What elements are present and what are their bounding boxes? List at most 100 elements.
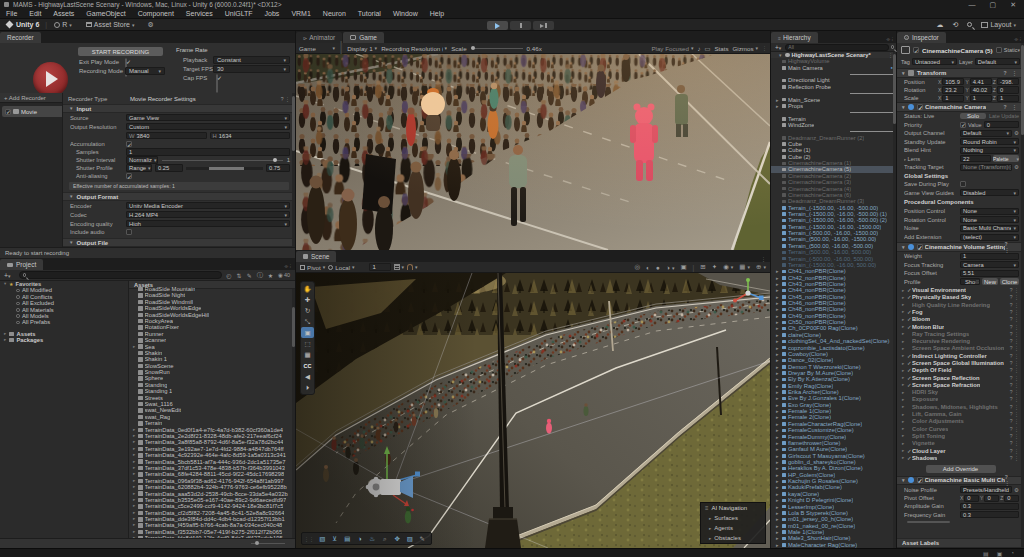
static-checkbox[interactable]	[996, 47, 1002, 53]
tab-animator[interactable]: ⊳Animator	[296, 32, 342, 43]
tracking-target-field[interactable]: None (Transform)◎	[960, 164, 1012, 171]
step-button[interactable]	[533, 21, 554, 30]
shutter-range-slider[interactable]	[186, 167, 263, 170]
priority-checkbox[interactable]	[960, 122, 966, 128]
encoding-quality-dropdown[interactable]: High	[126, 220, 290, 227]
hierarchy-add-button[interactable]: +▾	[773, 44, 783, 51]
audio-tool[interactable]: ◀	[301, 371, 314, 382]
progress-icon[interactable]: ◔	[1010, 550, 1014, 557]
game-viewport[interactable]	[296, 54, 770, 250]
metrics-icon[interactable]: ✦	[712, 263, 717, 271]
position-x[interactable]: 105.9	[942, 78, 964, 85]
lens-field[interactable]: 22	[960, 155, 991, 162]
accumulation-checkbox[interactable]	[126, 141, 132, 147]
menu-item[interactable]: UniGLTF	[219, 10, 259, 17]
focus-offset-field[interactable]: 5.51	[960, 270, 1019, 277]
close-button[interactable]: ✕	[1010, 1, 1016, 9]
hidden-objects-icon[interactable]: ▣	[680, 263, 686, 271]
project-root-folder[interactable]: ▸Packages	[0, 337, 128, 343]
scale-y[interactable]: 1	[970, 95, 992, 102]
snap-magnet-dropdown[interactable]	[407, 264, 418, 270]
menu-item[interactable]: VRM1	[285, 10, 316, 17]
transform-header[interactable]: ▾Transform? ⋮	[897, 68, 1024, 78]
rect-tool[interactable]: ▣	[301, 327, 314, 338]
volume-override-row[interactable]: ▸ ✓ Color Adjustments ? ⋮	[897, 418, 1024, 425]
volume-override-row[interactable]: ▸ ✓ Indirect Lighting Controller ? ⋮	[897, 352, 1024, 359]
output-channel-dropdown[interactable]: Default	[960, 130, 1012, 137]
unity-version-button[interactable]: Unity 6	[0, 21, 45, 28]
ai-nav-item[interactable]: Surfaces	[701, 513, 765, 523]
object-name[interactable]: CinemachineCamera (5)	[922, 47, 993, 54]
output-format-header[interactable]: ▼Output Format	[63, 192, 295, 201]
recording-mode-dropdown[interactable]: Manual	[125, 67, 165, 75]
volume-override-row[interactable]: ▸ ✓ Recursive Rendering ? ⋮	[897, 337, 1024, 344]
asset-labels-header[interactable]: Asset Labels	[897, 538, 1024, 548]
volume-override-row[interactable]: ▸ ✓ Screen Space Refraction ? ⋮	[897, 381, 1024, 388]
menu-item[interactable]: Jobs	[259, 10, 286, 17]
movie-enabled-checkbox[interactable]	[5, 109, 11, 115]
zoom-icon[interactable]: ⌕	[379, 533, 392, 544]
scale-slider[interactable]	[471, 48, 523, 49]
volume-override-row[interactable]: ▸ ✓ Fog ? ⋮	[897, 308, 1024, 315]
volume-override-row[interactable]: ▸ ✓ Color Curves ? ⋮	[897, 425, 1024, 432]
height-field[interactable]: H1634	[210, 132, 291, 139]
solo-button[interactable]: Solo	[960, 113, 986, 120]
menu-item[interactable]: Tutorial	[352, 10, 387, 17]
asset-store-button[interactable]: Asset Store▾	[79, 21, 142, 28]
tab-scene[interactable]: Scene	[296, 251, 336, 262]
inspector-panel-menu[interactable]: ⌯ ⋮	[1014, 36, 1024, 43]
menu-item[interactable]: GameObject	[80, 10, 131, 17]
shutter-profile-dropdown[interactable]: Range	[126, 164, 152, 171]
rotation-control-dropdown[interactable]: None	[960, 216, 1019, 223]
icon-size-slider[interactable]	[251, 543, 285, 544]
pause-button[interactable]	[510, 21, 531, 30]
project-panel-menu[interactable]: ⌯ ⋮	[284, 263, 295, 270]
start-recording-button[interactable]: START RECORDING	[78, 47, 163, 56]
layout-dropdown[interactable]: Layout▾	[981, 21, 1016, 28]
gizmos-dropdown[interactable]: Gizmos	[733, 45, 759, 52]
cap-fps-checkbox[interactable]	[216, 74, 218, 93]
project-scrollbar[interactable]	[292, 289, 295, 538]
inspector-hscrollbar[interactable]	[907, 521, 950, 523]
encoder-dropdown[interactable]: Unity Media Encoder	[126, 202, 290, 209]
blend-hint-dropdown[interactable]: Nothing	[960, 147, 1019, 154]
chat-icon[interactable]: ▨	[404, 533, 417, 544]
rotate-tool[interactable]: ↻	[301, 305, 314, 316]
shutter-interval-slider[interactable]	[162, 160, 283, 161]
scene-search-dropdown[interactable]: ⊕	[756, 263, 766, 271]
output-resolution-dropdown[interactable]: Custom	[126, 123, 290, 130]
volume-override-row[interactable]: ▸ ✓ Motion Blur ? ⋮	[897, 323, 1024, 330]
scale-tool[interactable]: ⤡	[301, 316, 314, 327]
volume-override-row[interactable]: ▸ ✓ Shadows ? ⋮	[897, 454, 1024, 461]
ai-nav-item[interactable]: Obstacles	[701, 533, 765, 543]
volume-settings-header[interactable]: ▾Cinemachine Volume Settings? ⋮	[897, 242, 1024, 252]
cloud-render-icon[interactable]: ♨	[366, 533, 379, 544]
noise-dropdown[interactable]: Basic Multi Channel Perlin	[960, 225, 1019, 232]
playback-dropdown[interactable]: Constant	[213, 56, 290, 64]
lighting-icon[interactable]: ◐	[646, 264, 650, 271]
play-focused-dropdown[interactable]: Play Focused	[651, 45, 693, 52]
move-tool[interactable]: ✚	[301, 294, 314, 305]
edit-icon[interactable]: ✎	[247, 272, 252, 279]
grid-snap-field[interactable]: 1	[369, 263, 391, 271]
frequency-field[interactable]: 0.3	[960, 511, 1019, 518]
lens-preset-dropdown[interactable]: Palette	[993, 155, 1019, 162]
rotation-y[interactable]: 40.02	[970, 86, 992, 93]
package-icon[interactable]: ▣	[997, 550, 1003, 557]
cinemachine-cc-tool[interactable]: CC	[301, 360, 314, 371]
noise-component-header[interactable]: ▾Cinemachine Basic Multi Chan? ⋮	[897, 476, 1024, 486]
volume-override-row[interactable]: ▸ ✓ Visual Environment ? ⋮	[897, 286, 1024, 293]
volume-override-row[interactable]: ▸ ✓ Screen Space Global Illumination ? ⋮	[897, 359, 1024, 366]
effects-dropdown[interactable]: ◑	[666, 264, 674, 271]
volume-override-row[interactable]: ▸ ✓ Vignette ? ⋮	[897, 440, 1024, 447]
ai-nav-item[interactable]: Agents	[701, 523, 765, 533]
menu-item[interactable]: Help	[424, 10, 450, 17]
game-view-guides-dropdown[interactable]: Disabled	[960, 189, 1019, 196]
add-extension-dropdown[interactable]: (select)	[960, 234, 1019, 241]
tab-inspector[interactable]: iInspector	[897, 32, 946, 43]
pen-icon[interactable]: ✎	[416, 533, 429, 544]
console-icon[interactable]: ▤	[983, 550, 989, 557]
project-search-input[interactable]	[19, 271, 223, 279]
cinemachine-camera-header[interactable]: ▾Cinemachine Camera? ⋮	[897, 102, 1024, 112]
pivot-dropdown[interactable]: Pivot	[300, 264, 325, 271]
